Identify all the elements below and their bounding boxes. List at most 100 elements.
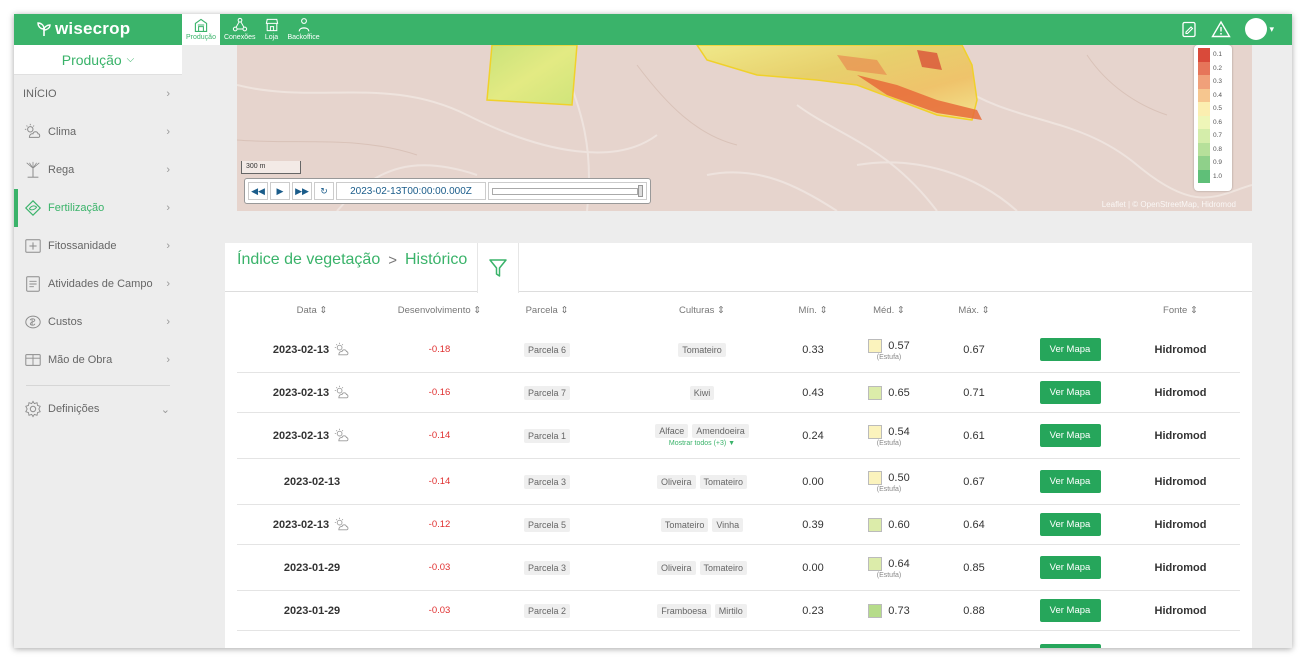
legend-row: 0.3	[1198, 75, 1228, 89]
crop-tags: Oliveira Tomateiro	[656, 474, 748, 489]
sidebar-item-atividades-de-campo[interactable]: Atividades de Campo ›	[14, 265, 182, 303]
nav-tab-icon-wrap	[296, 16, 312, 34]
cell-min: 0.24	[802, 429, 824, 442]
crop-tag: Amendoeira	[692, 424, 749, 438]
breadcrumb-separator-icon: >	[388, 251, 397, 269]
col-crops[interactable]: Culturas ⇕	[602, 305, 802, 316]
nav-tab-backoffice[interactable]: Backoffice	[284, 14, 324, 45]
nav-tab-label: Backoffice	[287, 34, 320, 41]
greenhouse-label: (Estufa)	[876, 571, 902, 579]
col-min[interactable]: Mín. ⇕	[777, 305, 849, 316]
nav-tab-produção[interactable]: Produção	[182, 14, 220, 45]
map-attribution[interactable]: Leaflet | © OpenStreetMap, Hidromod	[1102, 200, 1236, 209]
legend-swatch	[1198, 88, 1210, 102]
time-slider[interactable]	[488, 182, 647, 200]
crop-tag: Mirtilo	[714, 603, 747, 618]
view-map-button[interactable]	[1039, 644, 1101, 648]
nav-tab-conexões[interactable]: Conexões	[220, 14, 260, 45]
cell-source: Hidromod	[1154, 386, 1207, 399]
view-map-button[interactable]: Ver Mapa	[1039, 556, 1101, 579]
col-parcel[interactable]: Parcela ⇕	[492, 305, 602, 316]
col-date[interactable]: Data ⇕	[237, 305, 387, 316]
nav-tab-icon-wrap	[264, 16, 280, 34]
cell-max: 0.67	[963, 343, 985, 356]
crop-tag: Oliveira	[656, 474, 696, 489]
partly-cloudy-icon	[334, 342, 349, 355]
avg-top: 0.57	[868, 338, 910, 353]
col-avg[interactable]: Méd. ⇕	[849, 305, 929, 316]
top-bar: wisecrop Produção Conexões Loja Backoffice …	[14, 14, 1292, 45]
sidebar-item-mao-de-obra[interactable]: Mão de Obra ›	[14, 341, 182, 379]
cell-crops: Oliveira Tomateiro	[602, 459, 802, 504]
map-scale-bar: 300 m	[241, 161, 301, 174]
legend-label: 0.3	[1213, 78, 1223, 86]
wisecrop-logo[interactable]: wisecrop	[36, 19, 130, 39]
parcel-tag: Parcela 1	[523, 428, 571, 443]
filter-button[interactable]	[477, 243, 519, 293]
refresh-icon[interactable]: ↻	[314, 182, 334, 200]
edit-note-icon[interactable]	[1181, 21, 1197, 38]
play-button[interactable]: ▶	[270, 182, 290, 200]
avatar[interactable]	[1245, 18, 1268, 40]
avg-color-swatch	[868, 517, 883, 532]
production-selector[interactable]: Produção ⌵	[14, 45, 182, 75]
table-row: 2023-02-13 -0.12 Parcela 5 Tomateiro Vinha 0.…	[237, 505, 1240, 545]
sidebar-item-fertilizacao[interactable]: Fertilização ›	[14, 189, 182, 227]
view-map-button[interactable]: Ver Mapa	[1039, 338, 1101, 361]
alert-icon[interactable]	[1211, 20, 1232, 38]
legend-label: 0.2	[1213, 64, 1223, 72]
sidebar-icon-wrap	[23, 274, 43, 294]
table-row: 2023-01-29 -0.03 Parcela 3 Oliveira Tomateir…	[237, 545, 1240, 591]
view-map-button[interactable]: Ver Mapa	[1039, 599, 1101, 622]
table-row: 2023-02-13 -0.18 Parcela 6 Tomateiro 0.33 0.5…	[237, 327, 1240, 373]
time-slider-thumb[interactable]	[638, 185, 643, 197]
legend-label: 0.6	[1213, 118, 1223, 126]
cell-action: Ver Mapa	[1019, 545, 1121, 590]
cell-action: Ver Mapa	[1019, 373, 1121, 412]
vegetation-map[interactable]: 300 m ◀◀ ▶ ▶▶ ↻ 2023-02-13T00:00:00.000Z…	[237, 45, 1252, 211]
sidebar-item-custos[interactable]: Custos ›	[14, 303, 182, 341]
col-development[interactable]: Desenvolvimento ⇕	[387, 305, 492, 316]
sidebar-item-rega[interactable]: Rega ›	[14, 151, 182, 189]
sidebar-icon-wrap	[23, 312, 43, 332]
cell-development: -0.03	[428, 562, 451, 573]
irrigation-icon	[26, 161, 40, 178]
view-map-button[interactable]: Ver Mapa	[1039, 381, 1101, 404]
cell-avg: 0.57 (Estufa)	[849, 327, 929, 372]
sidebar-item-clima[interactable]: Clima ›	[14, 113, 182, 151]
view-map-button[interactable]: Ver Mapa	[1039, 513, 1101, 536]
nav-tab-label: Conexões	[223, 34, 256, 41]
ndvi-legend: 0.1 0.2 0.3 0.4 0.5 0.6 0.7 0.8 0.9 1.0	[1194, 45, 1232, 191]
chevron-down-icon: ▾	[1269, 23, 1274, 34]
nav-tab-loja[interactable]: Loja	[260, 14, 284, 45]
sidebar-item-fitossanidade[interactable]: Fitossanidade ›	[14, 227, 182, 265]
cell-avg: 0.50 (Estufa)	[849, 459, 929, 504]
legend-label: 1.0	[1213, 172, 1223, 180]
cell-date: 2023-02-13	[237, 505, 387, 544]
cell-development: -0.14	[428, 430, 451, 441]
cell-max: 0.85	[963, 561, 985, 574]
nav-tab-label: Loja	[264, 34, 279, 41]
parcel-tag: Parcela 3	[523, 560, 571, 575]
breadcrumb-vegetation-index[interactable]: Índice de vegetação	[237, 251, 380, 269]
col-source[interactable]: Fonte ⇕	[1121, 305, 1240, 316]
crop-tags: Tomateiro	[678, 342, 726, 357]
cell-development: -0.03	[428, 605, 451, 616]
sidebar-item-inicio[interactable]: INÍCIO ›	[14, 75, 182, 113]
avg-top: 0.73	[868, 603, 910, 618]
rewind-button[interactable]: ◀◀	[248, 182, 268, 200]
sidebar-item-definicoes[interactable]: Definições ⌄	[14, 390, 182, 428]
cell-crops: Tomateiro Vinha	[602, 505, 802, 544]
sidebar-icon-wrap	[23, 122, 43, 142]
user-menu[interactable]: ▾	[1245, 18, 1274, 40]
col-max[interactable]: Máx. ⇕	[929, 305, 1019, 316]
cell-max: 0.64	[963, 518, 985, 531]
view-map-button[interactable]: Ver Mapa	[1039, 470, 1101, 493]
forward-button[interactable]: ▶▶	[292, 182, 312, 200]
greenhouse-label: (Estufa)	[876, 353, 902, 361]
view-map-button[interactable]: Ver Mapa	[1039, 424, 1101, 447]
greenhouse-label: (Estufa)	[876, 485, 902, 493]
time-display: 2023-02-13T00:00:00.000Z	[336, 182, 486, 200]
show-all-link[interactable]: Mostrar todos (+3) ▼	[669, 440, 735, 447]
crop-tag: Tomateiro	[678, 342, 726, 357]
